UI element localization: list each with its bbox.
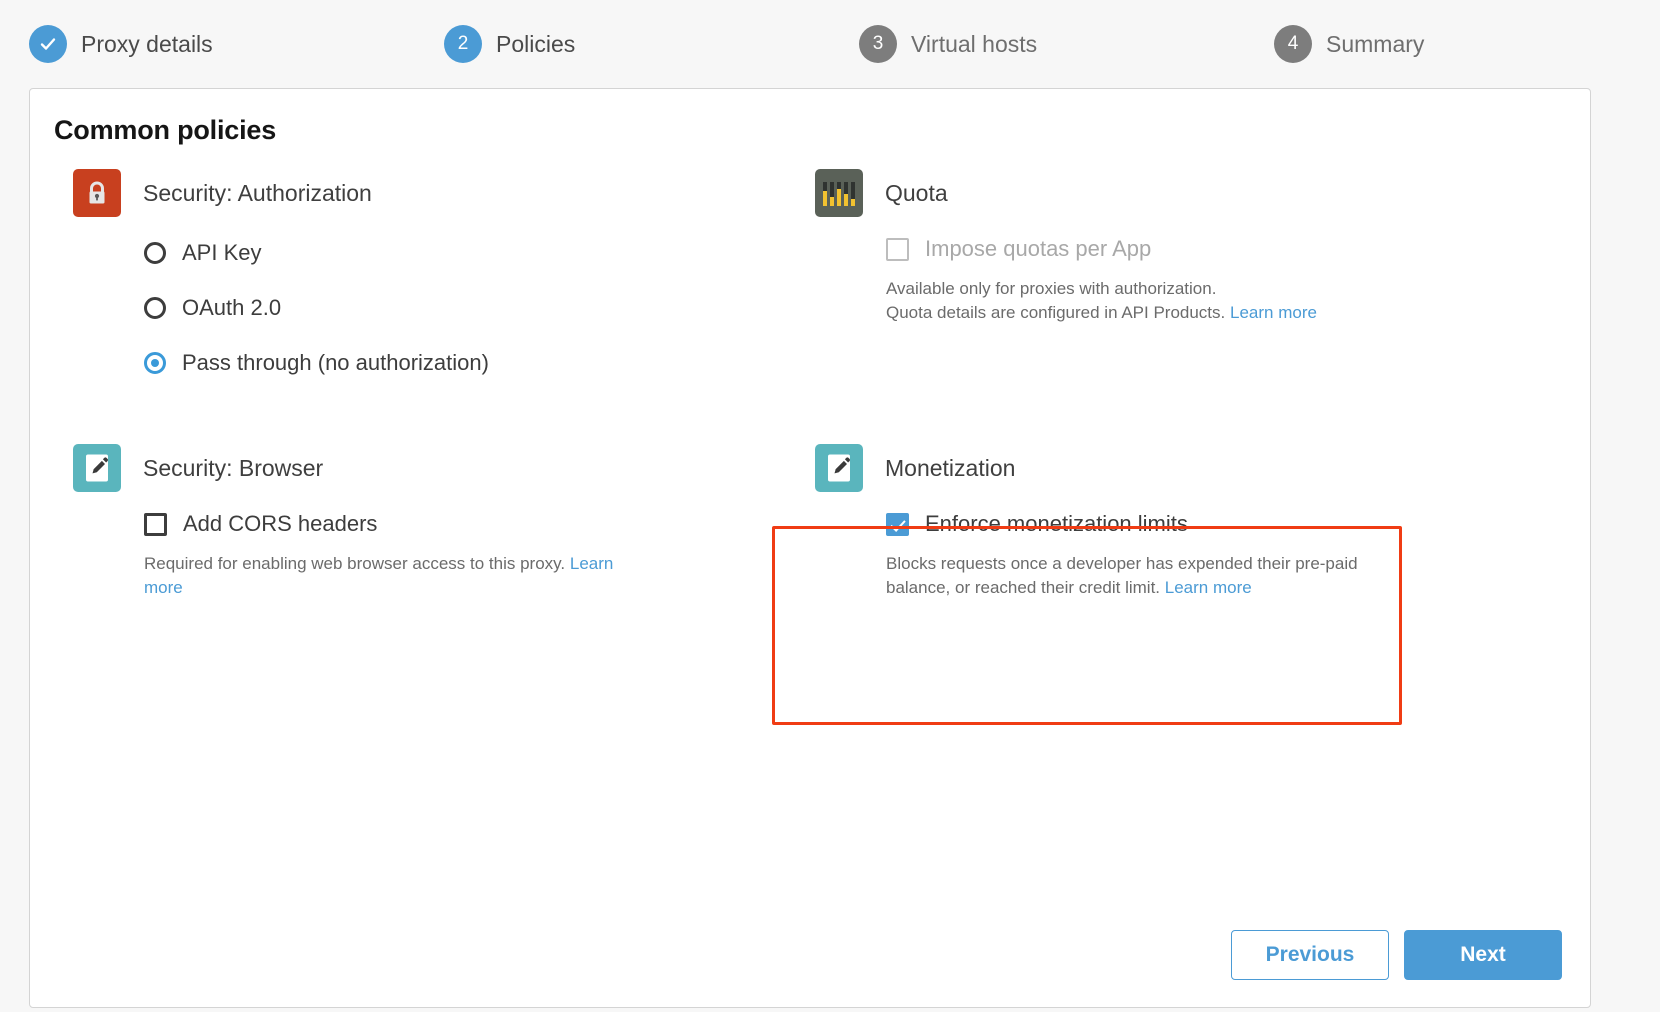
policies-grid: Security: Authorization API Key OAuth 2.… bbox=[30, 167, 1590, 600]
pencil-icon bbox=[815, 444, 863, 492]
radio-api-key[interactable] bbox=[144, 242, 166, 264]
step-label-proxy-details: Proxy details bbox=[81, 31, 213, 58]
checkbox-row-enforce-monetization-limits[interactable]: Enforce monetization limits bbox=[886, 500, 1590, 548]
step-badge-check-icon bbox=[29, 25, 67, 63]
step-badge-3: 3 bbox=[859, 25, 897, 63]
checkbox-impose-quotas bbox=[886, 238, 909, 261]
security-browser-helper-line: Required for enabling web browser access… bbox=[144, 554, 565, 573]
next-button[interactable]: Next bbox=[1404, 930, 1562, 980]
policies-row-1: Security: Authorization API Key OAuth 2.… bbox=[30, 167, 1590, 390]
policy-options: Add CORS headers Required for enabling w… bbox=[73, 494, 810, 600]
policies-row-2: Security: Browser Add CORS headers Requi… bbox=[30, 442, 1590, 600]
checkbox-row-impose-quotas[interactable]: Impose quotas per App bbox=[886, 225, 1590, 273]
radio-option-api-key[interactable]: API Key bbox=[144, 225, 810, 280]
checkbox-label-add-cors-headers: Add CORS headers bbox=[183, 511, 377, 537]
step-policies[interactable]: 2 Policies bbox=[415, 25, 830, 63]
common-policies-card: Common policies bbox=[29, 88, 1591, 1008]
policy-options: API Key OAuth 2.0 Pass through (no autho… bbox=[73, 219, 810, 390]
policy-security-browser: Security: Browser Add CORS headers Requi… bbox=[30, 442, 810, 600]
radio-label-oauth: OAuth 2.0 bbox=[182, 295, 281, 321]
quota-learn-more-link[interactable]: Learn more bbox=[1230, 303, 1317, 322]
policy-name-monetization: Monetization bbox=[885, 455, 1015, 482]
step-label-policies: Policies bbox=[496, 31, 575, 58]
pencil-icon bbox=[73, 444, 121, 492]
lock-icon bbox=[73, 169, 121, 217]
monetization-learn-more-link[interactable]: Learn more bbox=[1165, 578, 1252, 597]
checkbox-label-impose-quotas: Impose quotas per App bbox=[925, 236, 1151, 262]
policy-name-quota: Quota bbox=[885, 180, 948, 207]
checkbox-add-cors-headers[interactable] bbox=[144, 513, 167, 536]
radio-option-pass-through[interactable]: Pass through (no authorization) bbox=[144, 335, 810, 390]
step-label-virtual-hosts: Virtual hosts bbox=[911, 31, 1037, 58]
radio-option-oauth[interactable]: OAuth 2.0 bbox=[144, 280, 810, 335]
step-badge-2: 2 bbox=[444, 25, 482, 63]
quota-helper-text: Available only for proxies with authoriz… bbox=[886, 277, 1386, 325]
checkbox-enforce-monetization-limits[interactable] bbox=[886, 513, 909, 536]
step-badge-4: 4 bbox=[1274, 25, 1312, 63]
bars-glyph bbox=[823, 180, 855, 206]
policy-options: Impose quotas per App Available only for… bbox=[815, 219, 1590, 325]
previous-button[interactable]: Previous bbox=[1231, 930, 1389, 980]
step-summary[interactable]: 4 Summary bbox=[1245, 25, 1660, 63]
quota-bars-icon bbox=[815, 169, 863, 217]
radio-label-pass-through: Pass through (no authorization) bbox=[182, 350, 489, 376]
policy-header: Monetization bbox=[815, 442, 1590, 494]
checkbox-row-add-cors-headers[interactable]: Add CORS headers bbox=[144, 500, 810, 548]
radio-oauth[interactable] bbox=[144, 297, 166, 319]
policy-options: Enforce monetization limits Blocks reque… bbox=[815, 494, 1590, 600]
radio-label-api-key: API Key bbox=[182, 240, 261, 266]
monetization-helper-line: Blocks requests once a developer has exp… bbox=[886, 554, 1358, 597]
page-title: Common policies bbox=[54, 115, 276, 146]
policy-header: Quota bbox=[815, 167, 1590, 219]
step-label-summary: Summary bbox=[1326, 31, 1424, 58]
step-proxy-details[interactable]: Proxy details bbox=[0, 25, 415, 63]
wizard-stepper: Proxy details 2 Policies 3 Virtual hosts… bbox=[0, 0, 1660, 88]
quota-helper-line-2: Quota details are configured in API Prod… bbox=[886, 303, 1225, 322]
policy-security-authorization: Security: Authorization API Key OAuth 2.… bbox=[30, 167, 810, 390]
step-virtual-hosts[interactable]: 3 Virtual hosts bbox=[830, 25, 1245, 63]
policy-header: Security: Browser bbox=[73, 442, 810, 494]
policy-name-security-browser: Security: Browser bbox=[143, 455, 323, 482]
checkbox-label-enforce-monetization-limits: Enforce monetization limits bbox=[925, 511, 1188, 537]
wizard-footer: Previous Next bbox=[1231, 930, 1562, 980]
monetization-helper-text: Blocks requests once a developer has exp… bbox=[886, 552, 1373, 600]
radio-pass-through[interactable] bbox=[144, 352, 166, 374]
security-browser-helper-text: Required for enabling web browser access… bbox=[144, 552, 614, 600]
policy-header: Security: Authorization bbox=[73, 167, 810, 219]
policy-name-security-authorization: Security: Authorization bbox=[143, 180, 372, 207]
policy-quota: Quota Impose quotas per App Available on… bbox=[810, 167, 1590, 390]
quota-helper-line-1: Available only for proxies with authoriz… bbox=[886, 279, 1216, 298]
policy-monetization: Monetization Enforce monetization limits… bbox=[810, 442, 1590, 600]
